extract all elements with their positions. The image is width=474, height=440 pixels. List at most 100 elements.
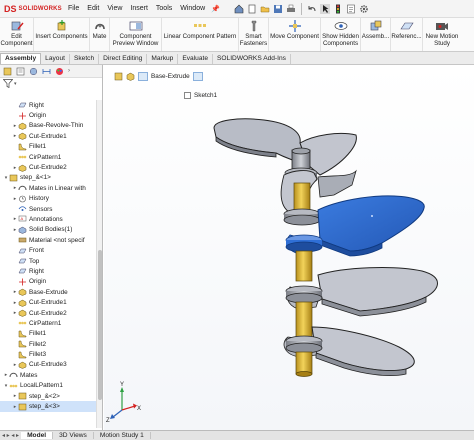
tree-item[interactable]: Fillet1 — [0, 142, 96, 152]
mate-icon — [94, 23, 105, 30]
tab-3d-views[interactable]: 3D Views — [53, 432, 94, 439]
tree-item[interactable]: ▸ A Annotations — [0, 214, 96, 224]
linear-component-pattern-button[interactable]: Linear Component Pattern — [162, 18, 239, 51]
tree-item[interactable]: ▸ Base-Revolve-Thin — [0, 121, 96, 131]
tree-item[interactable]: Sensors — [0, 204, 96, 214]
tree-item[interactable]: ▸ Cut-Extrude2 — [0, 162, 96, 172]
dimxpert-tab-icon[interactable] — [42, 67, 51, 76]
new-document-icon[interactable] — [247, 4, 257, 14]
insert-components-button[interactable]: Insert Components — [34, 18, 90, 51]
tree-item[interactable]: ▸ History — [0, 194, 96, 204]
home-icon[interactable] — [234, 4, 244, 14]
mate-button[interactable]: Mate — [90, 18, 110, 51]
svg-text:A: A — [21, 216, 24, 221]
tree-item-label: Cut-Extrude2 — [29, 164, 67, 172]
tree-item[interactable]: ▸ Cut-Extrude2 — [0, 308, 96, 318]
tree-item[interactable]: Top — [0, 256, 96, 266]
tree-item[interactable]: Fillet1 — [0, 329, 96, 339]
menu-tools[interactable]: Tools — [152, 5, 176, 12]
open-folder-icon[interactable] — [260, 4, 270, 14]
tree-item[interactable]: ▾ LocalLPattern1 — [0, 381, 96, 391]
tree-item[interactable]: ▸ step_&<2> — [0, 391, 96, 401]
smart-fasteners-button[interactable]: Smart Fasteners — [239, 18, 269, 51]
new-motion-study-button[interactable]: New Motion Study — [423, 18, 461, 51]
tree-item[interactable]: ▸ Cut-Extrude1 — [0, 297, 96, 307]
reference-geometry-button[interactable]: Referenc... — [391, 18, 423, 51]
tab-motion-study-1[interactable]: Motion Study 1 — [94, 432, 151, 439]
select-arrow-icon[interactable] — [319, 3, 330, 14]
tree-item[interactable]: Fillet3 — [0, 349, 96, 359]
tab-solidworks-add-ins[interactable]: SOLIDWORKS Add-Ins — [213, 54, 291, 64]
tree-item[interactable]: ▸ Mates — [0, 370, 96, 380]
menu-edit[interactable]: Edit — [83, 5, 103, 12]
tab-layout[interactable]: Layout — [41, 54, 70, 64]
print-icon[interactable] — [286, 4, 296, 14]
tab-scroll-arrows-icon[interactable]: ◂ ▸ ◂ ▸ — [0, 432, 21, 439]
tree-item[interactable]: ▸ Solid Bodies(1) — [0, 225, 96, 235]
menu-view[interactable]: View — [103, 5, 126, 12]
tab-direct-editing[interactable]: Direct Editing — [99, 54, 148, 64]
move-component-icon — [288, 20, 301, 32]
graphics-viewport[interactable]: Base-Extrude Sketch1 Y X Z — [104, 65, 474, 430]
tree-item[interactable]: ▸ Base-Extrude — [0, 287, 96, 297]
panel-more-chevron-icon[interactable]: › — [68, 68, 70, 74]
file-properties-icon[interactable] — [346, 4, 356, 14]
tree-scrollbar[interactable] — [96, 100, 102, 428]
tree-item[interactable]: ▸ Cut-Extrude1 — [0, 131, 96, 141]
tree-item[interactable]: ▸ step_&<3> — [0, 401, 96, 412]
show-hidden-components-button[interactable]: Show Hidden Components — [321, 18, 361, 51]
tree-item-label: Fillet1 — [29, 330, 47, 338]
spiral-staircase-model[interactable]: Y X Z — [104, 65, 474, 430]
scrollbar-thumb[interactable] — [98, 250, 102, 400]
display-manager-tab-icon[interactable] — [55, 67, 64, 76]
rebuild-traffic-light-icon[interactable] — [333, 4, 343, 14]
tab-markup[interactable]: Markup — [147, 54, 179, 64]
tree-item[interactable]: Origin — [0, 277, 96, 287]
tree-item[interactable]: ▸ Mates in Linear with — [0, 183, 96, 193]
ribbon-label: Show Hidden Components — [322, 33, 359, 47]
column-top-ellipse — [291, 147, 311, 155]
ribbon-label: Insert Components — [35, 33, 88, 40]
tree-item[interactable]: ▾ step_&<1> — [0, 173, 96, 183]
filter-icon[interactable] — [3, 79, 13, 88]
tab-evaluate[interactable]: Evaluate — [178, 54, 214, 64]
toolbar-separator — [300, 2, 302, 15]
tab-sketch[interactable]: Sketch — [70, 54, 100, 64]
save-icon[interactable] — [273, 4, 283, 14]
options-gear-icon[interactable] — [359, 4, 369, 14]
configuration-manager-tab-icon[interactable] — [29, 67, 38, 76]
menu-window[interactable]: Window — [176, 5, 209, 12]
feature-manager-tab-icon[interactable] — [3, 67, 12, 76]
manager-tabs: › — [0, 65, 102, 78]
tree-item[interactable]: CirPattern1 — [0, 318, 96, 328]
property-manager-tab-icon[interactable] — [16, 67, 25, 76]
tree-item-label: Right — [29, 267, 44, 275]
tree-item[interactable]: Origin — [0, 110, 96, 120]
solidworks-logo[interactable]: DS SOLIDWORKS — [0, 4, 64, 14]
feature-icon — [18, 122, 27, 130]
tree-item[interactable]: Front — [0, 245, 96, 255]
assembly-features-button[interactable]: Assemb... — [361, 18, 391, 51]
tab-assembly[interactable]: Assembly — [0, 53, 42, 64]
tree-item[interactable]: Material <not specif — [0, 235, 96, 245]
tree-item[interactable]: Right — [0, 100, 96, 110]
step-top[interactable] — [213, 118, 357, 176]
view-triad[interactable]: Y X Z — [106, 382, 141, 424]
move-component-button[interactable]: Move Component — [269, 18, 321, 51]
tree-item[interactable]: ▸ Cut-Extrude3 — [0, 360, 96, 370]
tree-item[interactable]: CirPattern1 — [0, 152, 96, 162]
edit-component-button[interactable]: Edit Component — [0, 18, 34, 51]
filter-chevron-icon[interactable]: ▾ — [14, 81, 17, 87]
svg-text:Z: Z — [106, 418, 110, 424]
menu-file[interactable]: File — [64, 5, 83, 12]
part-icon — [18, 392, 27, 400]
component-preview-window-button[interactable]: Component Preview Window — [110, 18, 162, 51]
tree-item[interactable]: Right — [0, 266, 96, 276]
menu-insert[interactable]: Insert — [126, 5, 152, 12]
tree-item[interactable]: Fillet2 — [0, 339, 96, 349]
tab-model[interactable]: Model — [21, 432, 54, 439]
feature-icon — [18, 164, 27, 172]
edit-component-icon — [11, 21, 24, 31]
pin-menu-icon[interactable]: 📌 — [211, 5, 220, 13]
undo-icon[interactable] — [307, 4, 317, 14]
